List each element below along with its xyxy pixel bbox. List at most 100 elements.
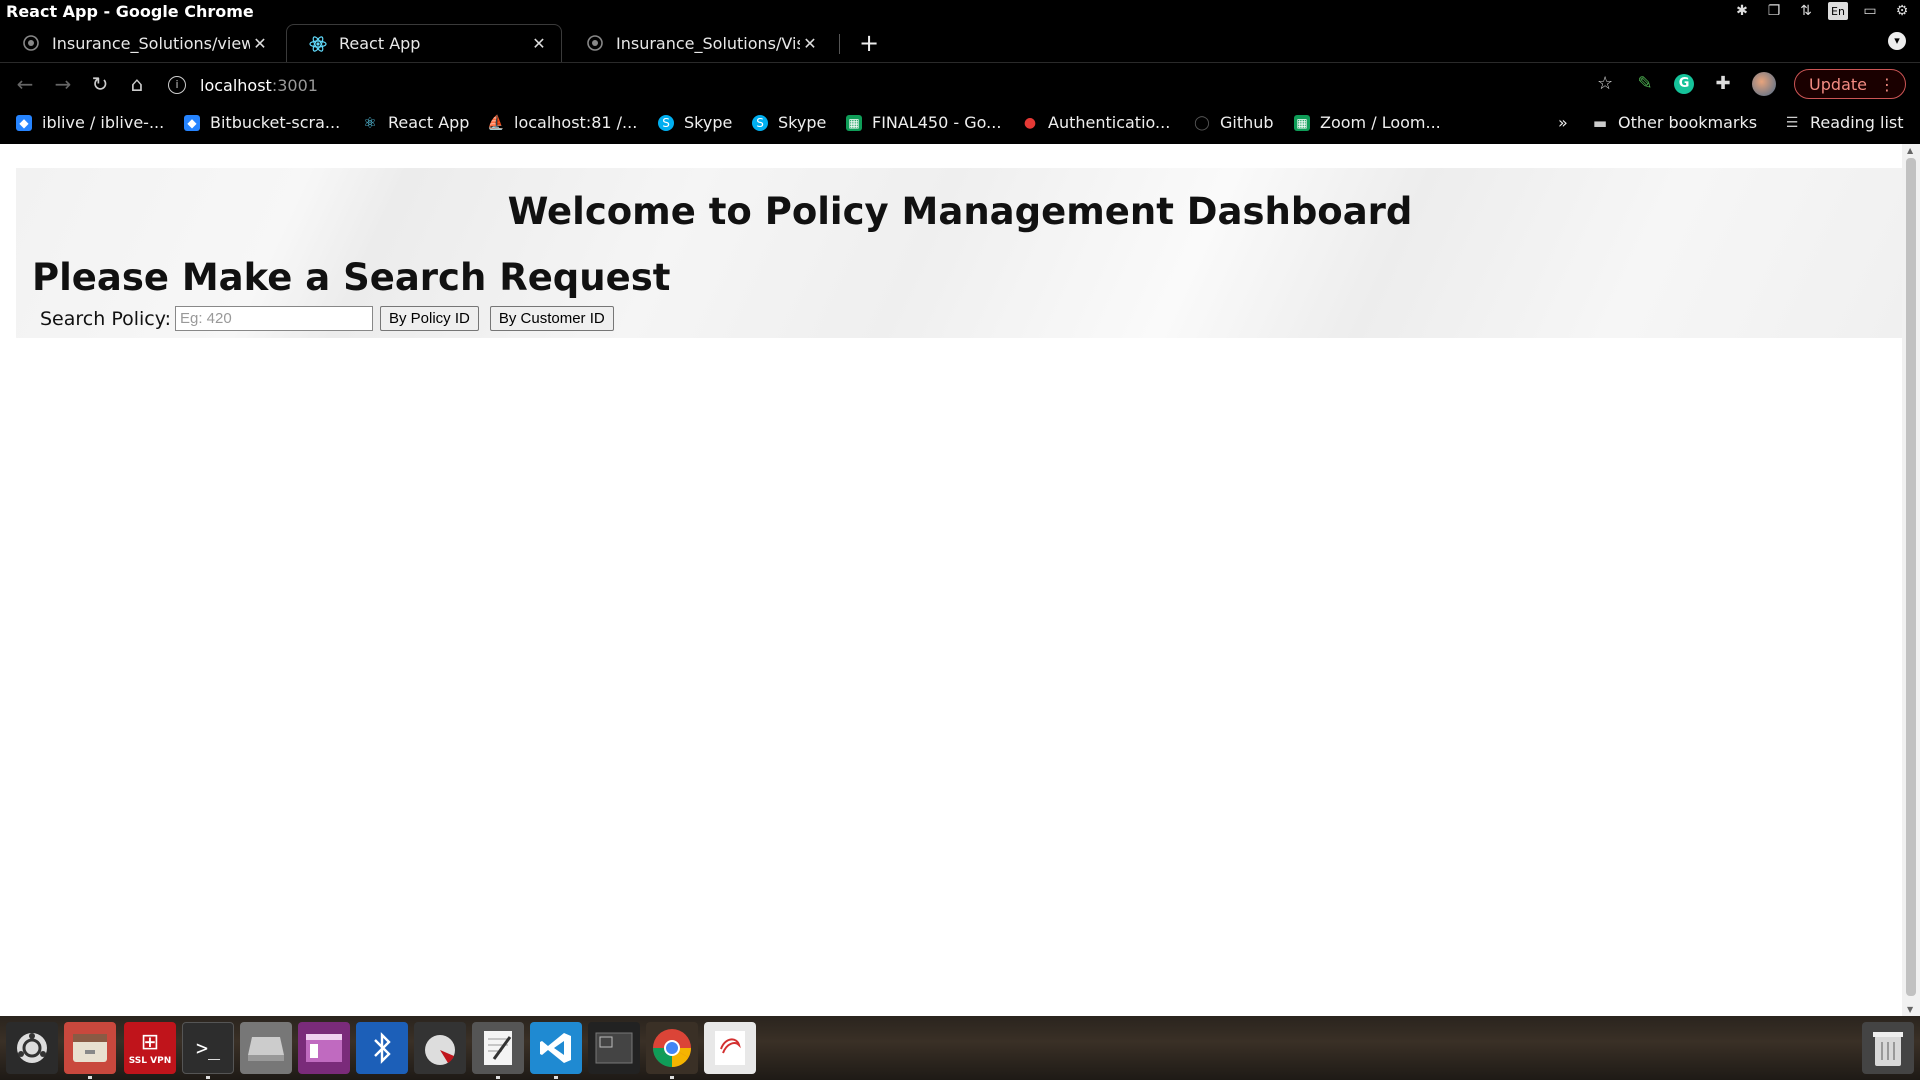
- home-icon[interactable]: ⌂: [124, 71, 150, 97]
- tab-label: React App: [339, 34, 421, 53]
- reload-icon[interactable]: ↻: [87, 71, 113, 97]
- grammarly-icon[interactable]: G: [1674, 74, 1695, 94]
- extensions-puzzle-icon[interactable]: ✚: [1712, 73, 1734, 95]
- address-bar[interactable]: i localhost:3001: [168, 71, 1618, 99]
- trash-icon[interactable]: [1862, 1022, 1914, 1074]
- running-indicator: [206, 1076, 210, 1079]
- window-manager-icon[interactable]: [298, 1022, 350, 1074]
- bookmark-item[interactable]: S Skype: [658, 113, 732, 132]
- search-policy-input[interactable]: [175, 306, 373, 331]
- other-bookmarks-label: Other bookmarks: [1618, 113, 1758, 132]
- vscode-icon[interactable]: [530, 1022, 582, 1074]
- close-icon[interactable]: ✕: [529, 34, 549, 53]
- profile-avatar[interactable]: [1752, 72, 1777, 96]
- bookmark-label: Skype: [684, 113, 733, 132]
- scrollbar-thumb[interactable]: [1906, 158, 1916, 996]
- skype-icon: S: [658, 114, 674, 131]
- tab-insurance-solutions-view[interactable]: Insurance_Solutions/view ✕: [0, 24, 282, 62]
- workspace-icon[interactable]: [588, 1022, 640, 1074]
- bookmark-label: Bitbucket-scra...: [210, 113, 341, 132]
- update-button[interactable]: Update ⋮: [1794, 69, 1906, 99]
- reading-list-label: Reading list: [1810, 113, 1904, 132]
- text-editor-icon[interactable]: [472, 1022, 524, 1074]
- bluetooth-icon[interactable]: [356, 1022, 408, 1074]
- dashboard-header-panel: Welcome to Policy Management Dashboard P…: [16, 168, 1904, 338]
- toolbar-actions: ☆ ✎ G ✚ Update ⋮: [1594, 69, 1906, 99]
- chrome-icon[interactable]: [646, 1022, 698, 1074]
- scroll-up-arrow-icon[interactable]: ▲: [1907, 146, 1913, 155]
- menu-dots-icon[interactable]: ⋮: [1879, 75, 1895, 94]
- extension-pen-icon[interactable]: ✎: [1634, 73, 1656, 95]
- auth-icon: ●: [1023, 114, 1037, 131]
- window-title: React App - Google Chrome: [6, 2, 254, 21]
- bookmark-item[interactable]: ⛵ localhost:81 /...: [487, 113, 637, 132]
- bookmark-item[interactable]: ◆ iblive / iblive-...: [16, 113, 164, 132]
- bitbucket-icon: ◆: [184, 114, 200, 131]
- bluetooth-tray-icon[interactable]: ✱: [1732, 2, 1752, 20]
- running-indicator: [554, 1076, 558, 1079]
- sheets-icon: ▦: [1294, 114, 1310, 131]
- sheets-icon: ▦: [846, 114, 862, 131]
- ssl-vpn-icon[interactable]: ⊞ SSL VPN: [124, 1022, 176, 1074]
- evince-icon[interactable]: [704, 1022, 756, 1074]
- disk-usage-icon[interactable]: [414, 1022, 466, 1074]
- tab-search-icon[interactable]: ▾: [1888, 32, 1906, 50]
- bitbucket-icon: ◆: [16, 114, 32, 131]
- settings-tray-icon[interactable]: ⚙: [1892, 2, 1912, 20]
- bookmark-star-icon[interactable]: ☆: [1594, 73, 1616, 95]
- close-icon[interactable]: ✕: [250, 34, 270, 53]
- page-title: Welcome to Policy Management Dashboard: [507, 190, 1413, 233]
- back-arrow-icon[interactable]: ←: [12, 71, 38, 97]
- bookmarks-bar: ◆ iblive / iblive-... ◆ Bitbucket-scra... …: [0, 104, 1920, 144]
- bookmark-item[interactable]: S Skype: [752, 113, 826, 132]
- bookmark-item[interactable]: ⚛ React App: [362, 113, 469, 132]
- bookmark-item[interactable]: ◯ Github: [1194, 113, 1274, 132]
- page-scrollbar[interactable]: ▲ ▼: [1902, 144, 1920, 1016]
- scroll-down-arrow-icon[interactable]: ▼: [1907, 1005, 1913, 1014]
- running-indicator: [88, 1076, 92, 1079]
- files-icon[interactable]: [64, 1022, 116, 1074]
- search-by-customer-id-button[interactable]: By Customer ID: [489, 306, 614, 331]
- bookmark-item[interactable]: ▦ Zoom / Loom...: [1294, 113, 1441, 132]
- github-icon: [22, 34, 40, 52]
- url-port: :3001: [271, 75, 318, 95]
- phpmyadmin-icon: ⛵: [487, 114, 505, 131]
- bookmark-label: Github: [1220, 113, 1274, 132]
- network-tray-icon[interactable]: ⇅: [1796, 2, 1816, 20]
- system-tray: ✱ ❐ ⇅ En ▭ ⚙: [1732, 2, 1912, 20]
- ubuntu-menu-icon[interactable]: [6, 1022, 58, 1074]
- reading-list-icon: ☰: [1785, 114, 1799, 131]
- bookmark-item[interactable]: ◆ Bitbucket-scra...: [184, 113, 340, 132]
- page-viewport: Welcome to Policy Management Dashboard P…: [0, 144, 1920, 1016]
- bookmark-item[interactable]: ● Authenticatio...: [1022, 113, 1170, 132]
- site-info-icon[interactable]: i: [168, 76, 186, 94]
- new-tab-button[interactable]: +: [856, 30, 882, 56]
- desktop-taskbar: ⊞ SSL VPN >_: [0, 1016, 1920, 1080]
- tab-react-app[interactable]: React App ✕: [286, 24, 562, 62]
- react-icon: [309, 35, 327, 53]
- github-icon: [586, 34, 604, 52]
- tab-separator: [839, 34, 840, 54]
- tab-insurance-solutions-visu[interactable]: Insurance_Solutions/Visu ✕: [564, 24, 832, 62]
- bookmarks-overflow-button[interactable]: »: [1558, 113, 1568, 132]
- forward-arrow-icon[interactable]: →: [50, 71, 76, 97]
- window-titlebar: React App - Google Chrome ✱ ❐ ⇅ En ▭ ⚙: [0, 0, 1920, 24]
- battery-tray-icon[interactable]: ▭: [1860, 2, 1880, 20]
- reading-list[interactable]: ☰ Reading list: [1784, 113, 1904, 132]
- close-icon[interactable]: ✕: [800, 34, 820, 53]
- search-by-policy-id-button[interactable]: By Policy ID: [380, 306, 479, 331]
- bookmark-label: Zoom / Loom...: [1320, 113, 1441, 132]
- disk-icon[interactable]: [240, 1022, 292, 1074]
- url-host: localhost: [200, 75, 272, 95]
- bookmark-label: iblive / iblive-...: [42, 113, 165, 132]
- folder-icon: ▬: [1592, 113, 1608, 132]
- search-policy-label: Search Policy:: [40, 307, 171, 330]
- running-indicator: [496, 1076, 500, 1079]
- search-form: Search Policy: By Policy ID By Customer …: [40, 306, 614, 331]
- clipboard-tray-icon[interactable]: ❐: [1764, 2, 1784, 20]
- other-bookmarks[interactable]: ▬ Other bookmarks: [1592, 113, 1757, 132]
- keyboard-language-indicator[interactable]: En: [1828, 2, 1848, 20]
- browser-toolbar: ← → ↻ ⌂ i localhost:3001 ☆ ✎ G ✚ Update …: [0, 62, 1920, 104]
- terminal-icon[interactable]: >_: [182, 1022, 234, 1074]
- bookmark-item[interactable]: ▦ FINAL450 - Go...: [846, 113, 1001, 132]
